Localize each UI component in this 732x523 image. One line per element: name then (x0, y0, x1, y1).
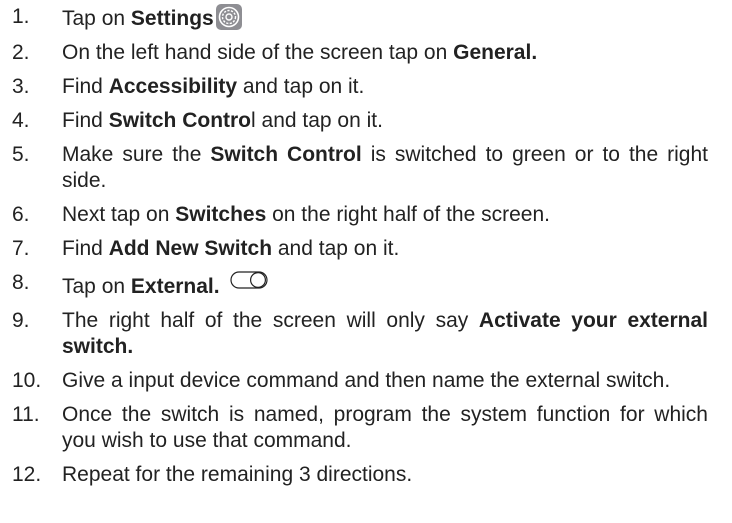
list-item: 12. Repeat for the remaining 3 direction… (0, 462, 732, 488)
step-text: On the left hand side of the screen tap … (62, 41, 454, 64)
toggle-switch-icon (230, 270, 268, 289)
step-bold-text: Add New Switch (108, 237, 273, 260)
step-bold-text: Switch Control (210, 143, 362, 166)
list-item: 2. On the left hand side of the screen t… (0, 40, 732, 66)
list-item: 8. Tap on External. (0, 270, 732, 300)
step-text: Tap on (62, 275, 131, 298)
step-number: 3. (12, 75, 30, 98)
list-item: 6. Next tap on Switches on the right hal… (0, 202, 732, 228)
list-item: 1. Tap on Settings (0, 4, 732, 32)
step-number: 8. (12, 271, 30, 294)
step-number: 12. (12, 463, 42, 486)
step-bold-text: Switch Contro (108, 109, 252, 132)
step-text: Make sure the (62, 143, 211, 166)
step-text: Find (62, 109, 109, 132)
list-item: 11. Once the switch is named, program th… (0, 402, 732, 454)
step-text: Next tap on (62, 203, 176, 226)
step-text-tail: on the right half of the screen. (266, 203, 550, 226)
list-item: 3. Find Accessibility and tap on it. (0, 74, 732, 100)
step-bold-text: Switches (175, 203, 267, 226)
step-text: Find (62, 75, 109, 98)
step-number: 2. (12, 41, 30, 64)
step-number: 11. (12, 403, 40, 426)
step-number: 4. (12, 109, 30, 132)
step-text-tail: l and tap on it. (251, 109, 383, 132)
step-number: 5. (12, 143, 30, 166)
step-text: The right half of the screen will only s… (62, 309, 479, 332)
step-text: Give a input device command and then nam… (62, 369, 671, 392)
list-item: 7. Find Add New Switch and tap on it. (0, 236, 732, 262)
step-text: Repeat for the remaining 3 directions. (62, 463, 413, 486)
instruction-list: 1. Tap on Settings 2. On the left hand s… (0, 4, 732, 496)
step-bold-text: Accessibility (108, 75, 238, 98)
step-text-tail: and tap on it. (237, 75, 365, 98)
step-number: 9. (12, 309, 30, 332)
step-bold-text: General. (453, 41, 538, 64)
step-text: Tap on (62, 7, 131, 30)
step-bold-text: External. (130, 275, 220, 298)
list-item: 9. The right half of the screen will onl… (0, 308, 732, 360)
step-text: Find (62, 237, 109, 260)
step-bold-text: Settings (130, 7, 214, 30)
step-text: Once the switch is named, program the sy… (62, 403, 708, 452)
step-number: 7. (12, 237, 30, 260)
list-item: 4. Find Switch Control and tap on it. (0, 108, 732, 134)
step-text-tail: and tap on it. (272, 237, 400, 260)
list-item: 5. Make sure the Switch Control is switc… (0, 142, 732, 194)
settings-gear-icon (215, 4, 242, 30)
step-number: 1. (12, 5, 30, 28)
step-number: 10. (12, 369, 42, 392)
step-number: 6. (12, 203, 30, 226)
list-item: 10. Give a input device command and then… (0, 368, 732, 394)
